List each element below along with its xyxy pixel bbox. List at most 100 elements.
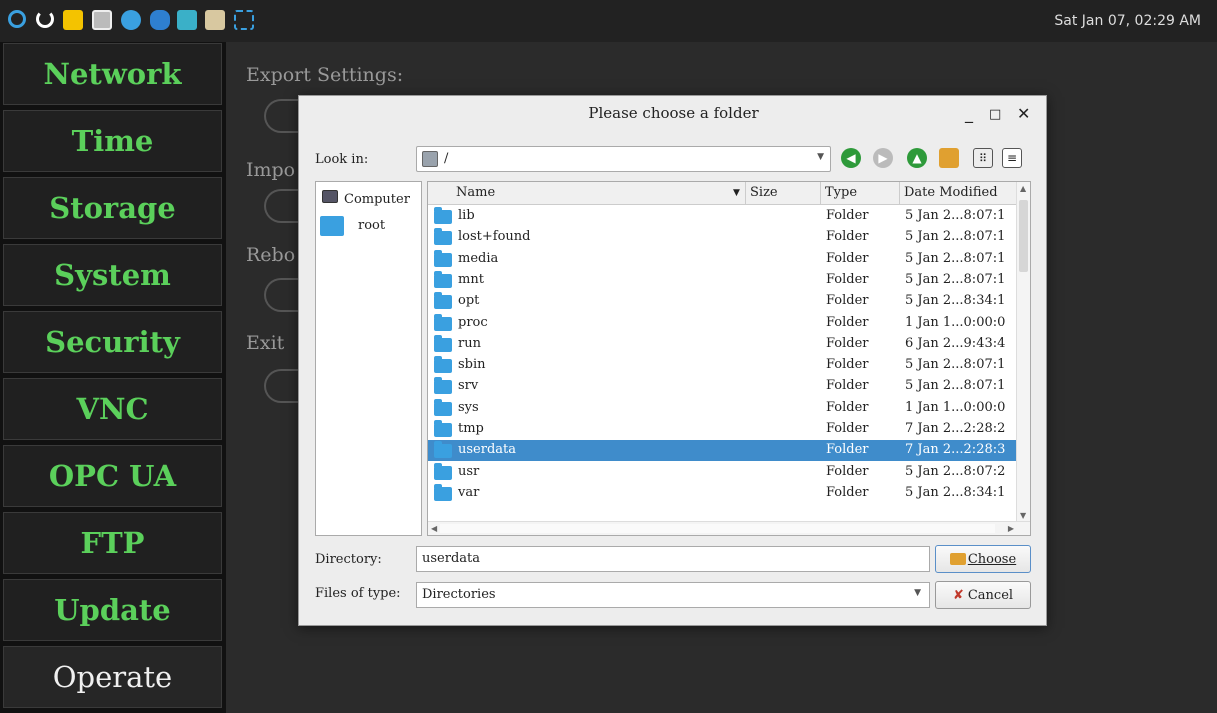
choose-button[interactable]: Choose <box>935 545 1031 573</box>
back-icon[interactable]: ◀ <box>841 148 861 168</box>
scroll-right-icon[interactable]: ▶ <box>1008 524 1014 533</box>
file-date: 1 Jan 1...0:00:0 <box>905 314 1006 330</box>
file-row[interactable]: proc Folder 1 Jan 1...0:00:0 <box>428 313 1018 334</box>
power-icon[interactable] <box>8 10 26 28</box>
nav-operate[interactable]: Operate <box>3 646 222 708</box>
magnifier-icon[interactable] <box>177 10 197 30</box>
nav-system[interactable]: System <box>3 244 222 306</box>
folder-icon <box>434 228 452 246</box>
maximize-icon[interactable]: □ <box>989 107 1001 122</box>
file-type: Folder <box>826 484 869 500</box>
reboot-label: Rebo <box>246 244 296 266</box>
file-type: Folder <box>826 314 869 330</box>
cancel-button[interactable]: ✘ Cancel <box>935 581 1031 609</box>
file-type: Folder <box>826 335 869 351</box>
nav-network[interactable]: Network <box>3 43 222 105</box>
screenshot-icon[interactable] <box>234 10 254 30</box>
file-name: var <box>458 484 480 500</box>
file-date: 5 Jan 2...8:07:1 <box>905 250 1006 266</box>
folder-dialog: Please choose a folder _ □ ✕ Look in: / … <box>298 95 1047 626</box>
file-type: Folder <box>826 229 869 245</box>
scroll-thumb[interactable] <box>440 524 995 533</box>
minimize-icon[interactable]: _ <box>965 104 973 123</box>
file-row[interactable]: opt Folder 5 Jan 2...8:34:1 <box>428 291 1018 312</box>
look-in-value: / <box>444 151 449 166</box>
detail-view-icon[interactable]: ≡ <box>1002 148 1022 168</box>
file-name: tmp <box>458 421 484 436</box>
folder-icon <box>434 420 452 437</box>
exit-label: Exit <box>246 332 285 354</box>
nav-vnc[interactable]: VNC <box>3 378 222 440</box>
folder-icon <box>434 249 452 267</box>
directory-input[interactable]: userdata <box>416 546 930 572</box>
list-view-icon[interactable]: ⠿ <box>973 148 993 168</box>
file-row[interactable]: mnt Folder 5 Jan 2...8:07:1 <box>428 270 1018 291</box>
file-name: media <box>458 250 499 266</box>
file-row[interactable]: tmp Folder 7 Jan 2...2:28:2 <box>428 419 1018 440</box>
file-row[interactable]: userdata Folder 7 Jan 2...2:28:3 <box>428 440 1018 462</box>
column-size[interactable]: Size <box>750 185 778 200</box>
file-name: lib <box>458 208 475 223</box>
file-row[interactable]: usr Folder 5 Jan 2...8:07:2 <box>428 462 1018 483</box>
file-row[interactable]: sys Folder 1 Jan 1...0:00:0 <box>428 398 1018 419</box>
file-date: 5 Jan 2...8:07:2 <box>905 463 1006 479</box>
folder-icon <box>320 216 344 236</box>
scroll-left-icon[interactable]: ◀ <box>431 524 437 533</box>
folder-icon <box>434 313 452 331</box>
column-date-modified[interactable]: Date Modified <box>904 185 998 200</box>
file-name: usr <box>458 463 480 479</box>
file-type: Folder <box>826 442 869 458</box>
horizontal-scrollbar[interactable]: ◀ ▶ <box>428 521 1030 535</box>
restart-icon[interactable] <box>36 10 54 28</box>
look-in-label: Look in: <box>315 152 369 167</box>
column-type[interactable]: Type <box>825 185 857 200</box>
scroll-down-icon[interactable]: ▼ <box>1020 511 1026 520</box>
tightvnc-icon[interactable] <box>205 10 225 30</box>
screen-icon[interactable] <box>92 10 112 30</box>
file-date: 5 Jan 2...8:07:1 <box>905 229 1006 245</box>
files-of-type-combo[interactable]: Directories ▼ <box>416 582 930 608</box>
scroll-thumb[interactable] <box>1019 200 1028 272</box>
taskbar: Sat Jan 07, 02:29 AM <box>0 0 1217 42</box>
file-row[interactable]: run Folder 6 Jan 2...9:43:4 <box>428 334 1018 355</box>
column-name[interactable]: Name <box>456 185 495 200</box>
vertical-scrollbar[interactable]: ▲ ▼ <box>1016 182 1030 522</box>
settings-gear-icon[interactable] <box>150 10 170 30</box>
file-name: userdata <box>458 442 516 458</box>
folder-icon <box>434 334 452 352</box>
file-row[interactable]: lib Folder 5 Jan 2...8:07:1 <box>428 206 1018 227</box>
file-row[interactable]: sbin Folder 5 Jan 2...8:07:1 <box>428 355 1018 376</box>
folder-icon <box>949 553 966 565</box>
file-type: Folder <box>826 357 869 373</box>
place-root[interactable]: root <box>320 212 420 240</box>
drive-icon <box>422 151 438 167</box>
browser-icon[interactable] <box>121 10 141 30</box>
parent-folder-icon[interactable]: ▲ <box>907 148 927 168</box>
scroll-up-icon[interactable]: ▲ <box>1020 184 1026 193</box>
file-date: 5 Jan 2...8:34:1 <box>905 484 1006 500</box>
file-name: run <box>458 335 481 351</box>
file-row[interactable]: media Folder 5 Jan 2...8:07:1 <box>428 249 1018 270</box>
file-row[interactable]: srv Folder 5 Jan 2...8:07:1 <box>428 376 1018 397</box>
file-row[interactable]: var Folder 5 Jan 2...8:34:1 <box>428 483 1018 504</box>
file-row[interactable]: lost+found Folder 5 Jan 2...8:07:1 <box>428 227 1018 248</box>
nav-storage[interactable]: Storage <box>3 177 222 239</box>
file-type: Folder <box>826 271 869 287</box>
folder-icon <box>434 462 452 480</box>
place-computer[interactable]: Computer <box>320 186 420 214</box>
nav-ftp[interactable]: FTP <box>3 512 222 574</box>
nav-security[interactable]: Security <box>3 311 222 373</box>
sidebar-nav: Network Time Storage System Security VNC… <box>0 42 226 713</box>
nxp-icon[interactable] <box>63 10 83 30</box>
chevron-down-icon: ▼ <box>817 152 824 162</box>
sort-indicator-icon: ▼ <box>733 188 740 198</box>
forward-icon[interactable]: ▶ <box>873 148 893 168</box>
nav-update[interactable]: Update <box>3 579 222 641</box>
look-in-combo[interactable]: / ▼ <box>416 146 831 172</box>
file-date: 5 Jan 2...8:07:1 <box>905 378 1006 394</box>
new-folder-icon[interactable] <box>939 148 959 168</box>
close-icon[interactable]: ✕ <box>1017 104 1030 123</box>
nav-opc-ua[interactable]: OPC UA <box>3 445 222 507</box>
column-divider <box>899 182 900 205</box>
nav-time[interactable]: Time <box>3 110 222 172</box>
